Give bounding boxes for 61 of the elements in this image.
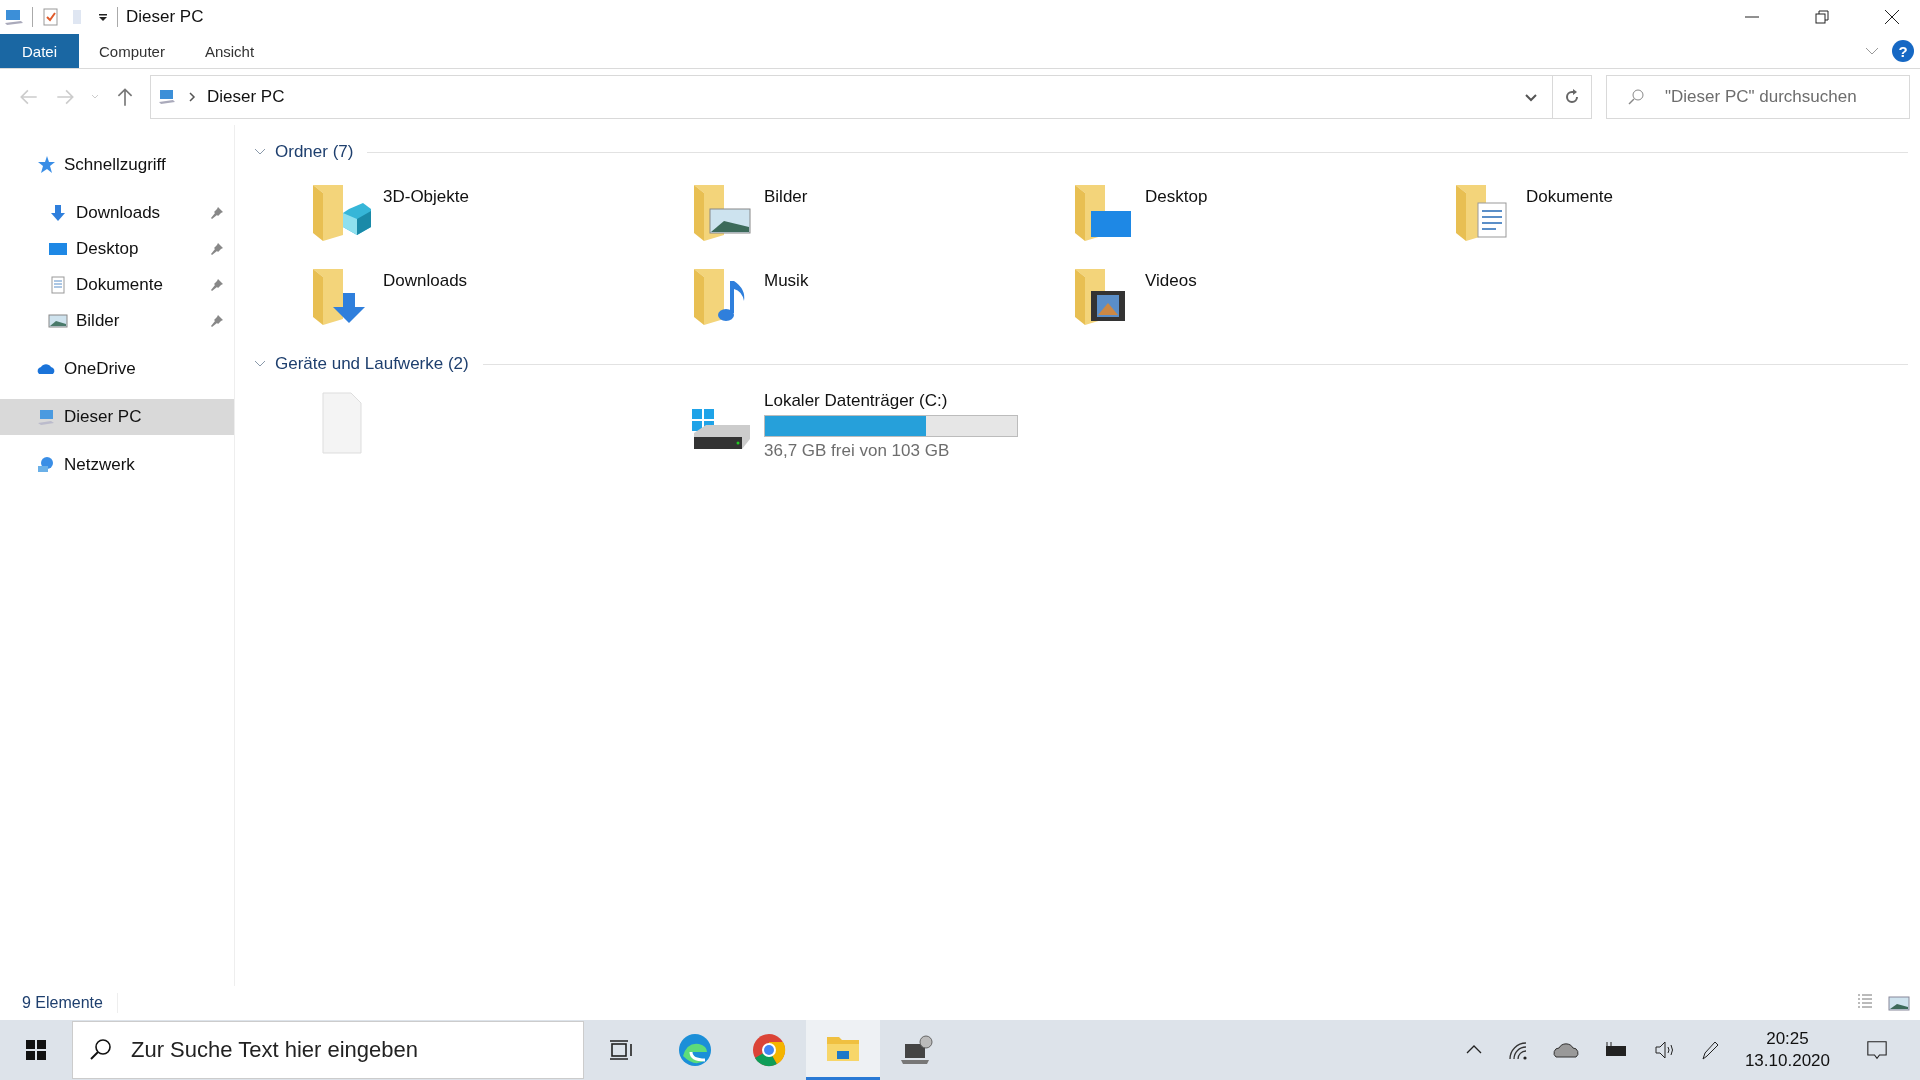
cloud-icon[interactable]: [1552, 1040, 1579, 1060]
item-count: 9 Elemente: [22, 994, 103, 1012]
pc-icon: [36, 407, 56, 427]
drive-label[interactable]: Lokaler Datenträger (C:): [764, 391, 1018, 411]
windows-logo-icon[interactable]: [25, 1039, 47, 1061]
address-bar[interactable]: Dieser PC: [150, 75, 1553, 119]
chevron-right-icon[interactable]: [187, 92, 197, 102]
refresh-button[interactable]: [1552, 75, 1592, 119]
folder-label[interactable]: Musik: [764, 263, 809, 291]
search-field[interactable]: "Dieser PC" durchsuchen: [1606, 75, 1910, 119]
network-icon: [36, 455, 56, 475]
search-input[interactable]: "Dieser PC" durchsuchen: [1663, 86, 1907, 108]
properties-icon[interactable]: [41, 7, 61, 27]
sidebar-item[interactable]: Dieser PC: [0, 399, 234, 435]
folder-label[interactable]: Bilder: [764, 179, 808, 207]
folder-label[interactable]: Desktop: [1145, 179, 1208, 207]
wave-logo-icon[interactable]: [677, 1032, 713, 1068]
taskbar-search-field[interactable]: Zur Suche Text hier eingeben: [72, 1021, 584, 1079]
star-icon: [36, 155, 56, 175]
pin-icon[interactable]: [210, 278, 224, 292]
ribbon-tab[interactable]: Ansicht: [184, 34, 275, 68]
download-icon: [48, 203, 68, 223]
ribbon-tab[interactable]: Datei: [0, 34, 80, 68]
wifi-icon[interactable]: [1506, 1039, 1529, 1061]
search-icon: [89, 1038, 113, 1062]
sidebar-item[interactable]: OneDrive: [0, 351, 234, 387]
dropdown-icon[interactable]: [97, 11, 109, 23]
folder-label[interactable]: Videos: [1145, 263, 1197, 291]
address-path: Dieser PC: [207, 87, 285, 107]
folder-label[interactable]: 3D-Objekte: [383, 179, 469, 207]
free-space-text: 36,7 GB frei von 103 GB: [764, 441, 951, 461]
ribbon-tab[interactable]: Computer: [79, 34, 185, 68]
search-icon: [1627, 88, 1645, 106]
section-title[interactable]: Geräte und Laufwerke (2): [275, 354, 469, 374]
help-button[interactable]: ?: [1892, 40, 1914, 62]
pin-icon[interactable]: [210, 314, 224, 328]
picture-icon: [48, 311, 68, 331]
browser-logo-icon[interactable]: [751, 1032, 787, 1068]
folder-label[interactable]: Dokumente: [1526, 179, 1613, 207]
sidebar-item[interactable]: Netzwerk: [0, 447, 234, 483]
window-title: Dieser PC: [126, 7, 204, 27]
pin-icon[interactable]: [210, 242, 224, 256]
sidebar-item[interactable]: Dokumente: [0, 267, 234, 303]
computer-icon: [157, 87, 177, 107]
explorer-taskbar-button[interactable]: [806, 1020, 880, 1080]
section-title[interactable]: Ordner (7): [275, 142, 354, 162]
clock[interactable]: 20:25 13.10.2020: [1744, 1029, 1830, 1071]
pin-icon[interactable]: [210, 206, 224, 220]
document-icon: [48, 275, 68, 295]
sidebar-item[interactable]: Schnellzugriff: [0, 147, 234, 183]
refresh-icon[interactable]: [1563, 88, 1581, 106]
notification-icon[interactable]: [1864, 1040, 1890, 1060]
speaker-icon[interactable]: [1652, 1039, 1675, 1061]
close-icon[interactable]: [1884, 9, 1900, 25]
sidebar-item[interactable]: Bilder: [0, 303, 234, 339]
sidebar-item[interactable]: Desktop: [0, 231, 234, 267]
restore-icon[interactable]: [1814, 9, 1830, 25]
computer-icon: [4, 7, 24, 27]
folder-label[interactable]: Downloads: [383, 263, 468, 291]
sidebar-item[interactable]: Downloads: [0, 195, 234, 231]
taskbar-search-input[interactable]: Zur Suche Text hier eingeben: [129, 1036, 553, 1064]
